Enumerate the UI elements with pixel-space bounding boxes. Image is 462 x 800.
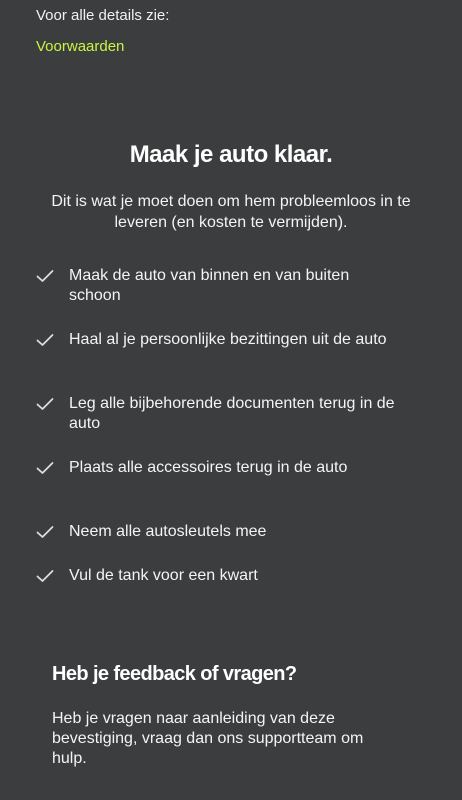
details-note: Voor alle details zie: bbox=[36, 7, 170, 24]
checklist-item-label: Haal al je persoonlijke bezittingen uit … bbox=[69, 331, 387, 348]
checklist-item-keys: Neem alle autosleutels mee bbox=[36, 522, 396, 547]
page-title: Maak je auto klaar. bbox=[129, 141, 333, 168]
checklist-item-label: Plaats alle accessoires terug in de auto bbox=[69, 459, 348, 476]
checklist-item-label: Leg alle bijbehorende documenten terug i… bbox=[69, 395, 395, 432]
checklist-item-belongings: Haal al je persoonlijke bezittingen uit … bbox=[36, 330, 396, 375]
checklist: Maak de auto van binnen en van buiten sc… bbox=[36, 266, 396, 610]
checkmark-icon bbox=[36, 398, 54, 410]
checkmark-icon bbox=[36, 462, 54, 474]
checklist-item-fuel: Vul de tank voor een kwart bbox=[36, 566, 396, 591]
checkmark-icon bbox=[36, 526, 54, 538]
checklist-item-clean: Maak de auto van binnen en van buiten sc… bbox=[36, 266, 396, 311]
feedback-text: Heb je vragen naar aanleiding van deze b… bbox=[52, 710, 364, 767]
checklist-item-label: Maak de auto van binnen en van buiten sc… bbox=[69, 267, 350, 304]
checkmark-icon bbox=[36, 334, 54, 346]
checklist-item-label: Neem alle autosleutels mee bbox=[69, 523, 267, 540]
checklist-item-label: Vul de tank voor een kwart bbox=[69, 567, 258, 584]
page-subtitle: Dit is wat je moet doen om hem probleeml… bbox=[51, 193, 411, 231]
checklist-item-documents: Leg alle bijbehorende documenten terug i… bbox=[36, 394, 396, 439]
checkmark-icon bbox=[36, 270, 54, 282]
checkmark-icon bbox=[36, 570, 54, 582]
feedback-title: Heb je feedback of vragen? bbox=[52, 663, 297, 685]
terms-link[interactable]: Voorwaarden bbox=[36, 37, 124, 57]
checklist-item-accessories: Plaats alle accessoires terug in de auto bbox=[36, 458, 396, 503]
